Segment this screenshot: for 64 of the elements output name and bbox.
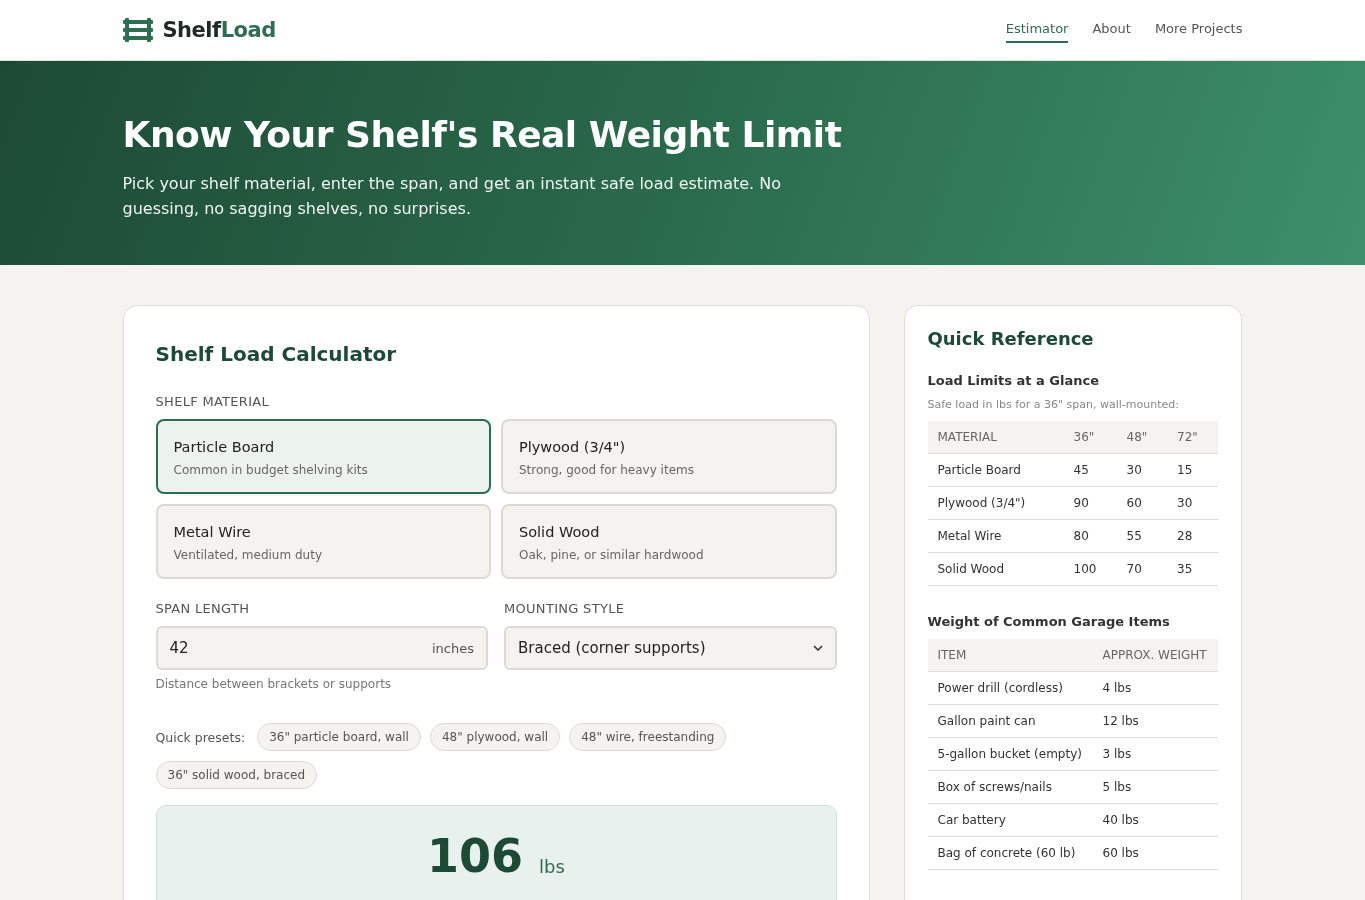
table-cell: Solid Wood [927,552,1064,586]
table-cell: Particle Board [927,453,1064,487]
shelf-icon [122,18,153,42]
table-cell: 90 [1063,486,1117,520]
table-note: Safe load in lbs for a 36" span, wall-mounted: [927,398,1180,411]
mounting-select[interactable]: Braced (corner supports) [504,626,837,670]
result-value: 106 [427,830,524,882]
table-cell: 15 [1167,453,1218,487]
preset-chip[interactable]: 36" solid wood, braced [155,761,318,789]
material-option[interactable]: Solid Wood Oak, pine, or similar hardwood [501,504,837,579]
preset-chip[interactable]: 48" plywood, wall [429,723,561,751]
field-hint: Distance between brackets or supports [155,677,393,691]
table-cell: 60 lbs [1092,836,1218,870]
brand-logo[interactable]: ShelfLoad [162,18,276,42]
chevron-down-icon [812,645,823,651]
result-unit: lbs [539,856,565,877]
table-cell: Gallon paint can [927,704,1093,738]
table-cell: 100 [1063,552,1117,586]
table-cell: 60 [1116,486,1167,520]
card-title: Shelf Load Calculator [155,342,398,366]
table-cell: Box of screws/nails [927,770,1093,804]
table-cell: Power drill (cordless) [927,671,1093,705]
table-cell: 35 [1167,552,1218,586]
table-cell: 30 [1167,486,1218,520]
field-label: MOUNTING STYLE [504,601,626,616]
hero-subtitle: Pick your shelf material, enter the span, and get an instant safe load estimate. No guessing, no sagging shelves, no surprises. [122,173,782,220]
field-label: SHELF MATERIAL [155,394,271,409]
nav-link[interactable]: About [1092,17,1131,43]
presets-label: Quick presets: [155,729,246,745]
material-option[interactable]: Plywood (3/4") Strong, good for heavy items [501,419,837,494]
column-header: ITEM [927,639,1093,672]
column-header: APPROX. WEIGHT [1092,639,1218,672]
table-cell: 5-gallon bucket (empty) [927,737,1093,771]
preset-chip[interactable]: 36" particle board, wall [257,723,421,751]
section-title: Weight of Common Garage Items [927,614,1171,629]
nav-link[interactable]: More Projects [1154,17,1243,43]
column-header: 72" [1167,421,1218,454]
span-input[interactable]: 42 inches [155,626,488,670]
table-cell: 4 lbs [1092,671,1218,705]
table-cell: 30 [1116,453,1167,487]
table-cell: Car battery [927,803,1093,837]
column-header: 48" [1116,421,1167,454]
table-cell: 5 lbs [1092,770,1218,804]
table-cell: Plywood (3/4") [927,486,1064,520]
material-option[interactable]: Metal Wire Ventilated, medium duty [155,504,491,579]
column-header: MATERIAL [927,421,1064,454]
hero-title: Know Your Shelf's Real Weight Limit [122,113,843,157]
material-option[interactable]: Particle Board Common in budget shelving kits [155,419,491,494]
field-label: SPAN LENGTH [155,601,251,616]
preset-chip[interactable]: 48" wire, freestanding [569,723,727,751]
table-cell: 3 lbs [1092,737,1218,771]
table-cell: 40 lbs [1092,803,1218,837]
table-cell: Bag of concrete (60 lb) [927,836,1093,870]
card-title: Quick Reference [927,328,1095,349]
nav-link[interactable]: Estimator [1005,17,1069,43]
table-cell: 28 [1167,519,1218,553]
table-cell: 80 [1063,519,1117,553]
column-header: 36" [1063,421,1117,454]
table-cell: 55 [1116,519,1167,553]
section-title: Load Limits at a Glance [927,373,1101,388]
table-cell: Metal Wire [927,519,1064,553]
table-cell: 70 [1116,552,1167,586]
table-cell: 12 lbs [1092,704,1218,738]
table-cell: 45 [1063,453,1117,487]
